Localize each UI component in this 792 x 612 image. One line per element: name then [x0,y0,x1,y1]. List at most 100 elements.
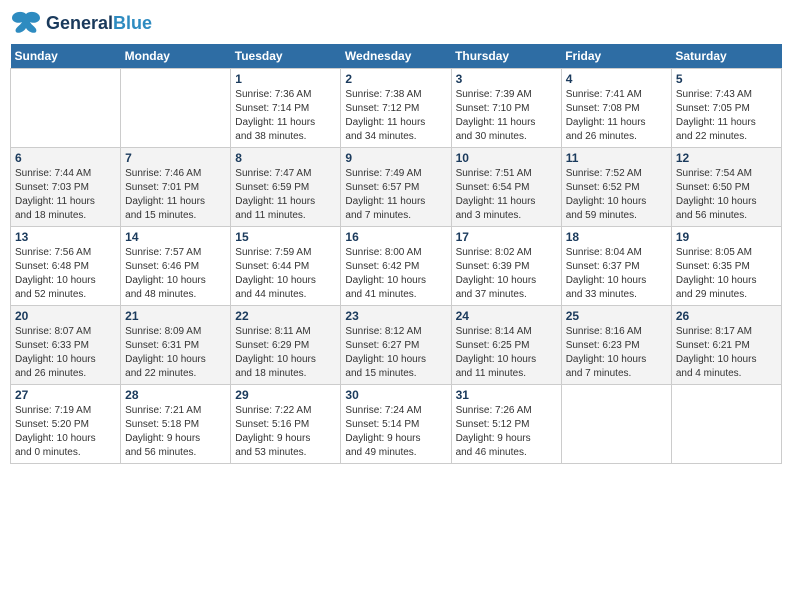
day-info: Sunrise: 7:39 AM Sunset: 7:10 PM Dayligh… [456,88,557,144]
calendar-cell: 9 Sunrise: 7:49 AM Sunset: 6:57 PM Daylig… [341,148,451,227]
calendar-cell: 17Sunrise: 8:02 AM Sunset: 6:39 PM Dayli… [451,227,561,306]
calendar-cell: 30Sunrise: 7:24 AM Sunset: 5:14 PM Dayli… [341,385,451,464]
calendar-cell [11,69,121,148]
day-number: 3 [456,72,557,86]
day-number: 24 [456,309,557,323]
day-info: Sunrise: 7:19 AM Sunset: 5:20 PM Dayligh… [15,404,116,460]
calendar-cell: 10 Sunrise: 7:51 AM Sunset: 6:54 PM Dayli… [451,148,561,227]
page-header: GeneralBlue [10,10,782,38]
day-info: Sunrise: 7:51 AM Sunset: 6:54 PM Dayligh… [456,167,557,223]
calendar-cell: 26 Sunrise: 8:17 AM Sunset: 6:21 PM Dayli… [671,306,781,385]
header-row: SundayMondayTuesdayWednesdayThursdayFrid… [11,44,782,69]
day-info: Sunrise: 7:24 AM Sunset: 5:14 PM Dayligh… [345,404,446,460]
calendar-cell: 15Sunrise: 7:59 AM Sunset: 6:44 PM Dayli… [231,227,341,306]
day-info: Sunrise: 8:11 AM Sunset: 6:29 PM Dayligh… [235,325,336,381]
calendar-cell: 3 Sunrise: 7:39 AM Sunset: 7:10 PM Daylig… [451,69,561,148]
col-header-monday: Monday [121,44,231,69]
day-info: Sunrise: 8:12 AM Sunset: 6:27 PM Dayligh… [345,325,446,381]
calendar-cell: 19Sunrise: 8:05 AM Sunset: 6:35 PM Dayli… [671,227,781,306]
day-number: 2 [345,72,446,86]
col-header-saturday: Saturday [671,44,781,69]
day-info: Sunrise: 7:36 AM Sunset: 7:14 PM Dayligh… [235,88,336,144]
col-header-friday: Friday [561,44,671,69]
calendar-cell: 8 Sunrise: 7:47 AM Sunset: 6:59 PM Daylig… [231,148,341,227]
calendar-cell: 23Sunrise: 8:12 AM Sunset: 6:27 PM Dayli… [341,306,451,385]
day-number: 5 [676,72,777,86]
day-info: Sunrise: 7:38 AM Sunset: 7:12 PM Dayligh… [345,88,446,144]
day-number: 16 [345,230,446,244]
day-number: 25 [566,309,667,323]
day-number: 15 [235,230,336,244]
calendar-cell: 11 Sunrise: 7:52 AM Sunset: 6:52 PM Dayli… [561,148,671,227]
day-info: Sunrise: 7:52 AM Sunset: 6:52 PM Dayligh… [566,167,667,223]
col-header-tuesday: Tuesday [231,44,341,69]
day-info: Sunrise: 8:09 AM Sunset: 6:31 PM Dayligh… [125,325,226,381]
calendar-cell: 22 Sunrise: 8:11 AM Sunset: 6:29 PM Dayli… [231,306,341,385]
day-info: Sunrise: 7:54 AM Sunset: 6:50 PM Dayligh… [676,167,777,223]
calendar-cell [561,385,671,464]
calendar-cell: 21 Sunrise: 8:09 AM Sunset: 6:31 PM Dayli… [121,306,231,385]
day-number: 10 [456,151,557,165]
day-number: 6 [15,151,116,165]
calendar-cell: 1 Sunrise: 7:36 AM Sunset: 7:14 PM Daylig… [231,69,341,148]
week-row-4: 20 Sunrise: 8:07 AM Sunset: 6:33 PM Dayli… [11,306,782,385]
logo-text: GeneralBlue [46,14,152,34]
day-info: Sunrise: 7:22 AM Sunset: 5:16 PM Dayligh… [235,404,336,460]
calendar-cell: 24Sunrise: 8:14 AM Sunset: 6:25 PM Dayli… [451,306,561,385]
calendar-cell: 14Sunrise: 7:57 AM Sunset: 6:46 PM Dayli… [121,227,231,306]
day-info: Sunrise: 8:00 AM Sunset: 6:42 PM Dayligh… [345,246,446,302]
calendar-cell: 7 Sunrise: 7:46 AM Sunset: 7:01 PM Daylig… [121,148,231,227]
day-number: 27 [15,388,116,402]
day-number: 31 [456,388,557,402]
calendar-cell: 18 Sunrise: 8:04 AM Sunset: 6:37 PM Dayli… [561,227,671,306]
day-info: Sunrise: 7:44 AM Sunset: 7:03 PM Dayligh… [15,167,116,223]
col-header-sunday: Sunday [11,44,121,69]
day-info: Sunrise: 8:04 AM Sunset: 6:37 PM Dayligh… [566,246,667,302]
calendar-cell [121,69,231,148]
week-row-1: 1 Sunrise: 7:36 AM Sunset: 7:14 PM Daylig… [11,69,782,148]
day-number: 29 [235,388,336,402]
day-number: 11 [566,151,667,165]
calendar-cell: 4Sunrise: 7:41 AM Sunset: 7:08 PM Daylig… [561,69,671,148]
day-number: 28 [125,388,226,402]
day-number: 13 [15,230,116,244]
logo-icon [10,10,42,38]
col-header-wednesday: Wednesday [341,44,451,69]
calendar-table: SundayMondayTuesdayWednesdayThursdayFrid… [10,44,782,464]
day-number: 17 [456,230,557,244]
day-number: 4 [566,72,667,86]
day-info: Sunrise: 7:26 AM Sunset: 5:12 PM Dayligh… [456,404,557,460]
day-info: Sunrise: 7:49 AM Sunset: 6:57 PM Dayligh… [345,167,446,223]
calendar-cell: 16 Sunrise: 8:00 AM Sunset: 6:42 PM Dayli… [341,227,451,306]
week-row-2: 6 Sunrise: 7:44 AM Sunset: 7:03 PM Daylig… [11,148,782,227]
day-info: Sunrise: 7:46 AM Sunset: 7:01 PM Dayligh… [125,167,226,223]
day-info: Sunrise: 7:47 AM Sunset: 6:59 PM Dayligh… [235,167,336,223]
logo: GeneralBlue [10,10,152,38]
calendar-cell: 25Sunrise: 8:16 AM Sunset: 6:23 PM Dayli… [561,306,671,385]
day-info: Sunrise: 7:21 AM Sunset: 5:18 PM Dayligh… [125,404,226,460]
day-number: 21 [125,309,226,323]
day-info: Sunrise: 8:05 AM Sunset: 6:35 PM Dayligh… [676,246,777,302]
day-number: 20 [15,309,116,323]
day-number: 12 [676,151,777,165]
day-info: Sunrise: 7:57 AM Sunset: 6:46 PM Dayligh… [125,246,226,302]
calendar-cell: 31 Sunrise: 7:26 AM Sunset: 5:12 PM Dayli… [451,385,561,464]
day-info: Sunrise: 8:07 AM Sunset: 6:33 PM Dayligh… [15,325,116,381]
day-number: 9 [345,151,446,165]
day-number: 1 [235,72,336,86]
col-header-thursday: Thursday [451,44,561,69]
week-row-3: 13Sunrise: 7:56 AM Sunset: 6:48 PM Dayli… [11,227,782,306]
calendar-cell: 6 Sunrise: 7:44 AM Sunset: 7:03 PM Daylig… [11,148,121,227]
day-number: 7 [125,151,226,165]
week-row-5: 27 Sunrise: 7:19 AM Sunset: 5:20 PM Dayli… [11,385,782,464]
calendar-cell: 29 Sunrise: 7:22 AM Sunset: 5:16 PM Dayli… [231,385,341,464]
calendar-cell: 13Sunrise: 7:56 AM Sunset: 6:48 PM Dayli… [11,227,121,306]
day-number: 22 [235,309,336,323]
calendar-cell: 2 Sunrise: 7:38 AM Sunset: 7:12 PM Daylig… [341,69,451,148]
day-info: Sunrise: 7:43 AM Sunset: 7:05 PM Dayligh… [676,88,777,144]
day-info: Sunrise: 8:17 AM Sunset: 6:21 PM Dayligh… [676,325,777,381]
day-number: 26 [676,309,777,323]
day-number: 18 [566,230,667,244]
day-number: 8 [235,151,336,165]
calendar-cell [671,385,781,464]
